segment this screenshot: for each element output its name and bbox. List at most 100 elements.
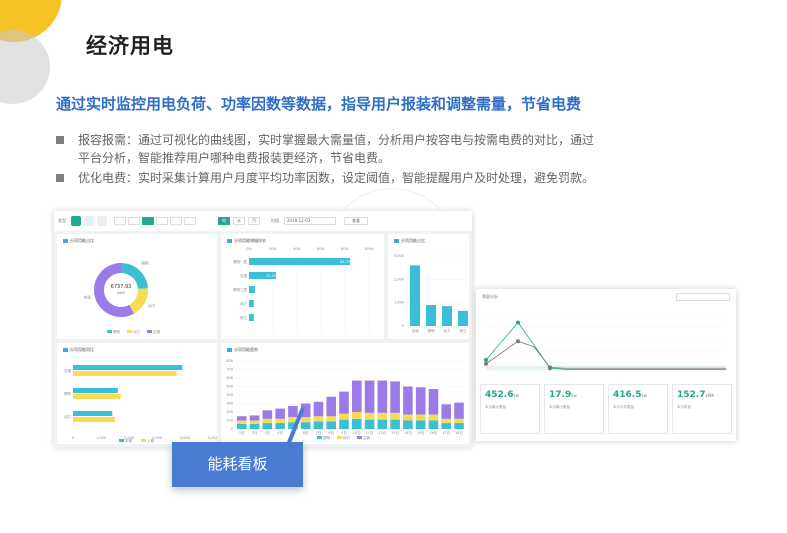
- axis-tick-label: 4,000: [180, 436, 190, 440]
- stacked-bar-segment: [339, 413, 349, 420]
- flame-icon[interactable]: [97, 216, 107, 226]
- filter-button[interactable]: [156, 217, 168, 225]
- bar: [442, 306, 452, 326]
- kpi-label: 本月电费: [677, 405, 691, 409]
- kpi-card: 152.7kWh 本月电费: [672, 384, 732, 434]
- decor-circle-gray: [0, 30, 50, 104]
- filter-button[interactable]: [128, 217, 140, 225]
- donut-slice-label: 动力: [148, 303, 155, 308]
- category-label: 9日: [341, 431, 347, 435]
- axis-tick-label: 1,000: [394, 301, 404, 305]
- legend-swatch: [357, 436, 362, 439]
- search-button[interactable]: 查看: [344, 217, 368, 225]
- stacked-bar-segment: [364, 380, 375, 413]
- axis-tick-label: 1,000: [96, 436, 106, 440]
- demand-point: [516, 320, 520, 325]
- legend-label: 空调: [363, 435, 371, 440]
- filter-button[interactable]: [114, 217, 126, 225]
- bullet-list: 报容报需：通过可视化的曲线图，实时掌握最大需量值，分析用户按容电与按需电费的对比…: [56, 131, 746, 189]
- stacked-bar-segment: [415, 420, 426, 429]
- legend-label: 空调: [153, 329, 160, 334]
- caption-label: 能耗看板: [172, 442, 303, 487]
- stacked-bar-segment: [390, 381, 400, 413]
- filter-button[interactable]: [184, 217, 196, 225]
- stacked-bar-segment: [275, 423, 285, 429]
- stacked-bar-segment: [352, 418, 362, 429]
- kpi-card: 452.6kw 本月最大需量: [480, 384, 540, 434]
- axis-tick-label: 60%: [317, 247, 325, 251]
- rank-bar: [249, 286, 255, 293]
- demand-point: [484, 358, 488, 362]
- donut-center-value: 6737.93: [111, 284, 132, 290]
- stacked-bar-segment: [415, 414, 426, 421]
- stacked-bar-segment: [403, 420, 413, 429]
- stacked-bar-segment: [428, 389, 439, 415]
- axis-tick-label: 0%: [246, 247, 252, 251]
- bullet-item: 报容报需：通过可视化的曲线图，实时掌握最大需量值，分析用户按容电与按需电费的对比…: [56, 131, 746, 167]
- demand-line-chart: [484, 314, 726, 376]
- compare-chart: 0 1,000 2,000 3,000 4,000 5,000空调照明动力本期 上期: [64, 365, 217, 443]
- legend-swatch: [127, 330, 132, 333]
- water-drop-icon[interactable]: [84, 216, 94, 226]
- rank-chart: 0% 20% 40% 60% 80% 100% 照明一层 84.3% 空调 22.5% 照明二层动力…: [233, 247, 375, 334]
- donut-panel: 分项用能占比 照明 动力 空调 6737.93 kWh 照明 动力 空调: [57, 234, 217, 339]
- filter-button[interactable]: [170, 217, 182, 225]
- bolt-icon[interactable]: [71, 216, 81, 226]
- stacked-bar-segment: [377, 419, 388, 429]
- unit-electric-button[interactable]: 电: [218, 217, 230, 225]
- kpi-value: 416.5kw: [613, 390, 648, 400]
- stacked-bar-segment: [326, 416, 337, 422]
- stacked-bar-segment: [237, 416, 247, 421]
- date-field[interactable]: 2018-12-03: [284, 217, 336, 225]
- stacked-bar-segment: [377, 380, 388, 413]
- stacked-bar-segment: [249, 415, 260, 421]
- axis-tick-label: 200: [226, 410, 233, 414]
- category-label: 14日: [404, 431, 412, 435]
- axis-tick-label: 700: [226, 368, 233, 372]
- legend-label: 照明: [113, 330, 120, 334]
- compare-bar: [73, 411, 113, 416]
- bar: [410, 265, 420, 326]
- stacked-bar-segment: [377, 412, 388, 420]
- category-label: 13日: [391, 431, 399, 435]
- axis-tick-label: 0: [231, 427, 233, 431]
- page-title: 经济用电: [86, 34, 174, 58]
- toolbar-label: 类型: [58, 218, 66, 223]
- bullet-item: 优化电费：实时采集计算用户月度平均功率因数，设定阈值，智能提醒用户及时处理，避免…: [56, 169, 746, 187]
- legend-label: 动力: [133, 329, 140, 334]
- unit-water-button[interactable]: 水: [233, 217, 245, 225]
- compare-bar: [73, 365, 183, 370]
- stacked-bar-segment: [249, 420, 260, 424]
- row-label: 动力: [240, 301, 247, 306]
- kpi-label: 本月平均需量: [613, 405, 634, 409]
- dashboard-toolbar: 类型 电 水 汽 时段 2018-12-03 查看: [54, 211, 472, 231]
- filter-button-active[interactable]: [142, 217, 154, 225]
- kpi-label: 本月最小需量: [549, 405, 570, 409]
- category-label: 18日: [455, 431, 463, 435]
- unit-steam-button[interactable]: 汽: [248, 217, 260, 225]
- row-label: 空调: [240, 273, 247, 278]
- stacked-bar-segment: [352, 412, 362, 419]
- kpi-label: 本月最大需量: [485, 405, 506, 409]
- stacked-bar-segment: [326, 396, 337, 417]
- category-label: 7日: [316, 431, 322, 435]
- category-label: 4日: [277, 431, 283, 435]
- legend-label: 上期: [147, 438, 154, 443]
- row-label: 照明二层: [233, 287, 247, 292]
- stacked-bar-segment: [262, 410, 273, 419]
- stacked-bar-segment: [249, 423, 260, 429]
- category-label: 照明: [428, 329, 436, 333]
- compare-bar: [73, 417, 115, 422]
- axis-tick-label: 400: [226, 393, 233, 397]
- energy-dashboard: 类型 电 水 汽 时段 2018-12-03 查看 分项用能占比 照明 动力 空调 …: [54, 211, 472, 447]
- stacked-bar-segment: [326, 421, 337, 429]
- kpi-card: 416.5kw 本月平均需量: [608, 384, 668, 434]
- range-label: 时段: [271, 218, 279, 223]
- row-label: 照明一层: [233, 259, 247, 264]
- category-label: 2日: [252, 431, 258, 435]
- category-label: 照明: [64, 392, 71, 396]
- category-label: 1日: [239, 431, 245, 435]
- bar: [426, 305, 436, 326]
- trend-panel: 分项用能趋势 800 700 600 500 400 300 200 100 0 1日 2日 3日 4日…: [221, 343, 469, 444]
- compare-bar: [73, 371, 177, 376]
